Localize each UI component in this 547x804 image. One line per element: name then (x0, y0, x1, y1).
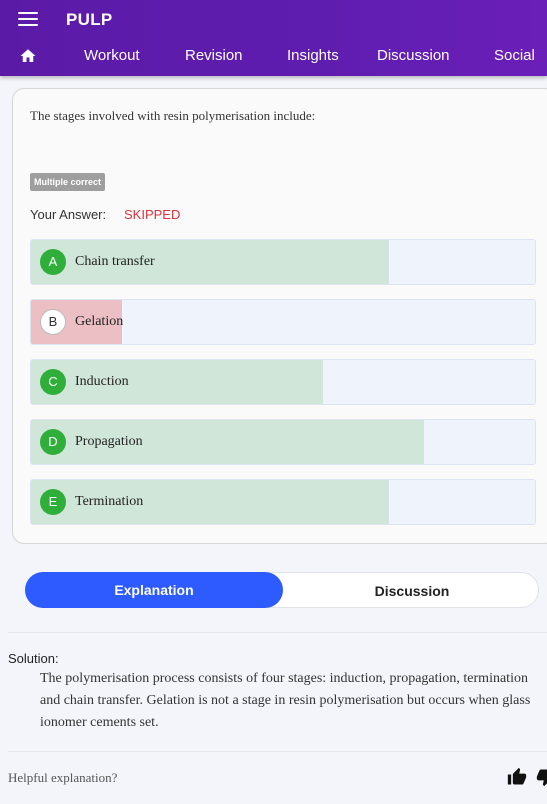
option-a[interactable]: A Chain transfer (30, 239, 536, 285)
option-label: Gelation (75, 314, 124, 329)
nav-social[interactable]: Social (494, 47, 535, 64)
option-e[interactable]: E Termination (30, 479, 536, 525)
home-icon[interactable] (19, 47, 37, 65)
your-answer-label: Your Answer: (30, 207, 107, 222)
question-card: The stages involved with resin polymeris… (12, 88, 547, 544)
tab-discussion[interactable]: Discussion (284, 573, 540, 609)
option-c[interactable]: C Induction (30, 359, 536, 405)
option-letter: A (40, 249, 66, 275)
option-d[interactable]: D Propagation (30, 419, 536, 465)
tab-explanation[interactable]: Explanation (25, 572, 283, 608)
option-label: Induction (75, 374, 129, 389)
your-answer-value: SKIPPED (124, 207, 181, 222)
app-title: PULP (66, 10, 113, 29)
explanation-discussion-tabs: Explanation Discussion (25, 572, 539, 608)
option-letter: B (40, 309, 66, 335)
nav-insights[interactable]: Insights (287, 47, 339, 64)
divider (8, 632, 547, 633)
option-label: Chain transfer (75, 254, 155, 269)
thumbs-down-icon[interactable] (536, 766, 547, 788)
app-bar: PULP Workout Revision Insights Discussio… (0, 0, 547, 76)
thumbs-up-icon[interactable] (507, 766, 527, 788)
solution-label: Solution: (8, 651, 59, 666)
option-letter: C (40, 369, 66, 395)
solution-text: The polymerisation process consists of f… (40, 671, 531, 730)
top-nav: Workout Revision Insights Discussion Soc… (0, 38, 547, 74)
question-type-badge: Multiple correct (30, 173, 106, 191)
hamburger-menu-icon[interactable] (18, 12, 38, 28)
option-letter: E (40, 489, 66, 515)
option-label: Termination (75, 494, 144, 509)
helpful-prompt: Helpful explanation? (8, 770, 118, 785)
option-b[interactable]: B Gelation (30, 299, 536, 345)
question-text: The stages involved with resin polymeris… (30, 108, 316, 123)
nav-discussion[interactable]: Discussion (377, 47, 450, 64)
option-letter: D (40, 429, 66, 455)
divider (8, 751, 547, 752)
nav-revision[interactable]: Revision (185, 47, 243, 64)
option-label: Propagation (75, 434, 143, 449)
nav-workout[interactable]: Workout (84, 47, 140, 64)
